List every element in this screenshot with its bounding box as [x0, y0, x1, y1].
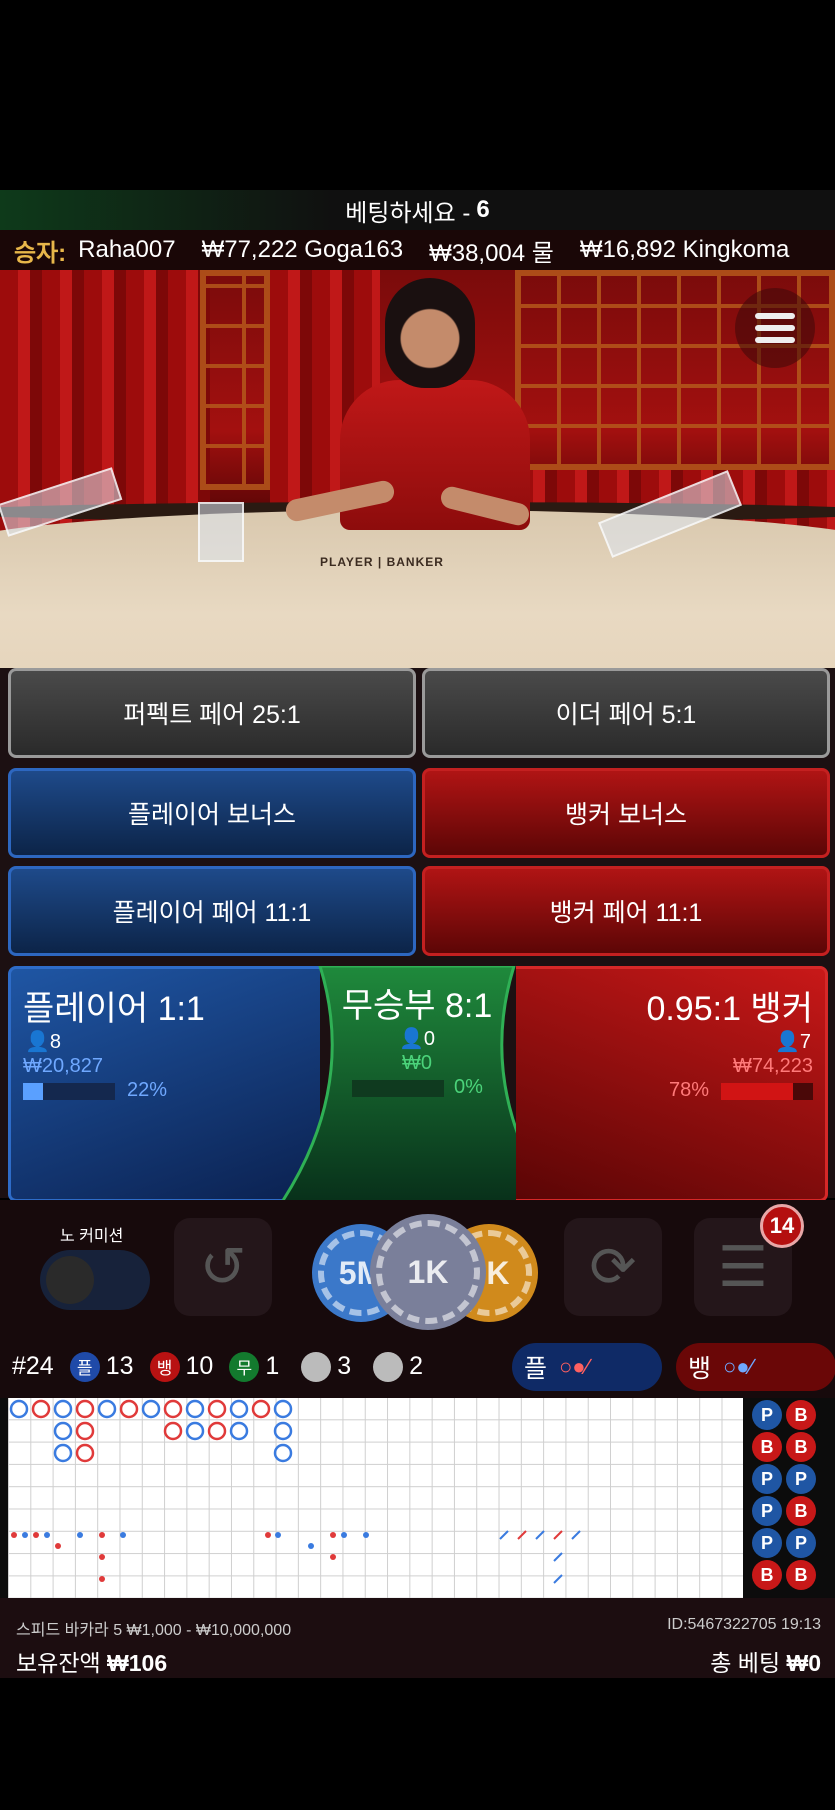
status-text: 베팅하세요 -: [345, 199, 471, 227]
undo-icon: ↺: [199, 1235, 247, 1298]
bead-banker: B: [786, 1400, 816, 1430]
perfect-pair-bet[interactable]: 퍼펙트 페어 25:1: [8, 668, 416, 758]
banker-percent: 78%: [668, 1079, 709, 1101]
bead-banker: B: [786, 1432, 816, 1462]
scoreboard-roads[interactable]: PBBBPPPBPPBB: [0, 1398, 835, 1598]
live-video: PLAYER | BANKER: [0, 270, 835, 670]
repeat-icon: ⟳: [589, 1235, 637, 1298]
player-predict-button[interactable]: 플 ○●∕: [512, 1343, 662, 1391]
round-id-time: ID:5467322705 19:13: [667, 1616, 821, 1633]
player-dot: 플: [69, 1351, 100, 1382]
banker-pair-icon: [373, 1351, 404, 1382]
player-count: 👤8: [25, 1031, 62, 1053]
player-progress: [23, 1083, 115, 1100]
tie-dot: 무: [229, 1351, 260, 1382]
player-amount: ₩20,827: [23, 1055, 104, 1077]
tie-bet[interactable]: [282, 966, 552, 1202]
bead-banker: B: [752, 1560, 782, 1590]
total-bet: 총 베팅 ₩0: [710, 1644, 821, 1678]
bead-player: P: [752, 1496, 782, 1526]
banker-wins: 10: [185, 1352, 214, 1380]
bead-road: PBBBPPPBPPBB: [750, 1398, 835, 1598]
table-felt: [0, 510, 835, 670]
banker-count: 👤7: [774, 1031, 811, 1053]
player-pairs: 3: [337, 1352, 352, 1380]
player-pair-label: 플레이어 페어 11:1: [112, 899, 312, 927]
player-bonus-label: 플레이어 보너스: [128, 801, 296, 829]
player-bonus-bet[interactable]: 플레이어 보너스: [8, 768, 416, 858]
bead-player: P: [752, 1400, 782, 1430]
rebet-button[interactable]: ⟳: [564, 1218, 662, 1316]
chip-1k-selected[interactable]: 1K: [370, 1214, 486, 1330]
menu-button[interactable]: [735, 288, 815, 368]
bead-banker: B: [786, 1496, 816, 1526]
game-info: 스피드 바카라 5 ₩1,000 - ₩10,000,000: [16, 1622, 292, 1639]
chip-controls: 노 커미션 ↺ 5M 5K 1K ⟳ ☰ 14: [0, 1200, 835, 1335]
banker-predict-button[interactable]: 뱅 ○●∕: [676, 1343, 835, 1391]
user-icon: 👤: [774, 1031, 800, 1053]
chip-stack-icon: ☰: [717, 1235, 769, 1298]
bead-player: P: [786, 1464, 816, 1494]
no-commission-toggle[interactable]: [40, 1250, 150, 1310]
winner-item: ₩38,004 물: [429, 239, 554, 267]
player-pair-bet[interactable]: 플레이어 페어 11:1: [8, 866, 416, 956]
banker-bet-title: 0.95:1 뱅커: [646, 990, 813, 1028]
tie-wins: 1: [265, 1352, 280, 1380]
player-wins: 13: [105, 1352, 134, 1380]
dealer-head: [385, 278, 475, 388]
betting-status-bar: 베팅하세요 - 6: [0, 190, 835, 230]
player-pair-icon: [301, 1351, 332, 1382]
total-bet-label: 총 베팅: [710, 1650, 781, 1676]
card-holder: [198, 502, 244, 562]
player-bet-title: 플레이어 1:1: [23, 990, 205, 1028]
winners-ticker: 승자: Raha007 ₩77,222 Goga163 ₩38,004 물 ₩1…: [0, 230, 835, 270]
banker-bonus-label: 뱅커 보너스: [565, 801, 687, 829]
winner-item: ₩16,892 Kingkoma: [579, 236, 790, 263]
banker-bet[interactable]: 0.95:1 뱅커 👤7 ₩74,223 78%: [516, 966, 828, 1202]
winners-label: 승자:: [14, 239, 67, 267]
player-predict-label: 플: [524, 1355, 548, 1383]
predict-icons: ○●∕: [723, 1354, 754, 1379]
no-commission-label: 노 커미션: [60, 1228, 124, 1245]
either-pair-bet[interactable]: 이더 페어 5:1: [422, 668, 830, 758]
bead-banker: B: [752, 1432, 782, 1462]
banker-bonus-bet[interactable]: 뱅커 보너스: [422, 768, 830, 858]
banker-amount: ₩74,223: [732, 1055, 813, 1077]
banker-pair-label: 뱅커 페어 11:1: [549, 899, 703, 927]
player-bet[interactable]: 플레이어 1:1 👤8 ₩20,827 22%: [8, 966, 320, 1202]
bead-player: P: [752, 1528, 782, 1558]
banker-pair-bet[interactable]: 뱅커 페어 11:1: [422, 866, 830, 956]
balance-value: ₩106: [107, 1650, 168, 1676]
predict-icons: ○●∕: [559, 1354, 590, 1379]
balance-label: 보유잔액: [16, 1650, 101, 1676]
banker-dot: 뱅: [149, 1351, 180, 1382]
winner-item: ₩77,222 Goga163: [201, 236, 404, 263]
perfect-pair-label: 퍼펙트 페어 25:1: [123, 701, 301, 729]
footer: 스피드 바카라 5 ₩1,000 - ₩10,000,000 ID:546732…: [0, 1598, 835, 1678]
round-number: #24: [12, 1352, 54, 1380]
user-icon: 👤: [25, 1031, 50, 1053]
bead-banker: B: [786, 1560, 816, 1590]
lattice-pillar: [200, 270, 270, 490]
undo-button[interactable]: ↺: [174, 1218, 272, 1316]
winner-item: Raha007: [78, 236, 176, 263]
banker-progress: [721, 1083, 813, 1100]
countdown: 6: [476, 196, 490, 223]
balance: 보유잔액 ₩106: [16, 1644, 167, 1678]
bead-player: P: [752, 1464, 782, 1494]
menu-icon: [755, 313, 795, 319]
either-pair-label: 이더 페어 5:1: [555, 701, 697, 729]
road-stats: #24 플 13 뱅 10 무 1 3 2 플 ○●∕ 뱅 ○●∕: [0, 1335, 835, 1398]
table-print: PLAYER | BANKER: [320, 555, 444, 569]
bead-player: P: [786, 1528, 816, 1558]
player-percent: 22%: [127, 1079, 168, 1101]
total-bet-value: ₩0: [786, 1650, 822, 1676]
big-road-grid: [8, 1398, 743, 1598]
banker-predict-label: 뱅: [688, 1355, 712, 1383]
bet-history-badge: 14: [760, 1204, 804, 1248]
banker-pairs: 2: [409, 1352, 424, 1380]
